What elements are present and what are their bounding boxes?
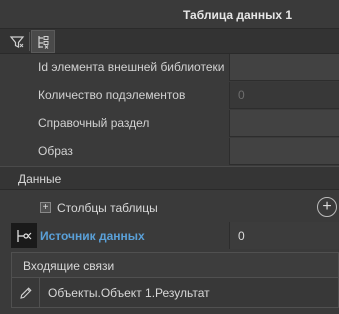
property-value: 0	[238, 88, 245, 102]
property-row-subelement-count: Количество подэлементов 0	[0, 82, 339, 110]
incoming-links-label: Входящие связи	[23, 259, 115, 273]
incoming-link-label: Объекты.Объект 1.Результат	[48, 286, 210, 300]
properties-list: Id элемента внешней библиотеки Количеств…	[0, 54, 339, 166]
tree-structure-icon	[38, 35, 49, 49]
edit-link-button[interactable]	[12, 278, 40, 307]
image-field[interactable]	[229, 138, 339, 165]
connector-icon	[17, 229, 32, 242]
incoming-link-item[interactable]: Объекты.Объект 1.Результат	[11, 278, 339, 308]
structure-view-button[interactable]	[31, 30, 55, 53]
toolbar-separator	[29, 32, 30, 51]
data-source-row: Источник данных 0	[0, 222, 339, 250]
incoming-links-header: Входящие связи	[11, 252, 339, 278]
property-row-external-id: Id элемента внешней библиотеки	[0, 54, 339, 82]
data-section-header[interactable]: Данные	[0, 166, 339, 190]
property-label: Количество подэлементов	[38, 88, 186, 102]
subelement-count-field: 0	[229, 82, 339, 109]
property-label: Справочный раздел	[38, 116, 150, 130]
property-label: Id элемента внешней библиотеки	[38, 60, 225, 74]
expand-button[interactable]: +	[40, 202, 51, 213]
filter-button[interactable]	[5, 30, 29, 53]
data-source-value: 0	[238, 229, 245, 243]
property-label: Образ	[38, 144, 73, 158]
window-titlebar: Таблица данных 1	[0, 0, 339, 28]
data-source-label: Источник данных	[40, 229, 145, 243]
property-row-reference-section: Справочный раздел	[0, 110, 339, 138]
toolbar	[0, 28, 339, 54]
data-source-field[interactable]: 0	[229, 222, 339, 249]
section-label: Данные	[18, 172, 62, 186]
reference-section-field[interactable]	[229, 110, 339, 137]
table-columns-row: + Столбцы таблицы +	[0, 194, 339, 222]
filter-icon	[9, 35, 25, 48]
table-columns-label: Столбцы таблицы	[57, 201, 158, 215]
plus-icon: +	[322, 198, 332, 215]
window-title: Таблица данных 1	[183, 8, 293, 22]
add-column-button[interactable]: +	[317, 197, 337, 217]
external-id-field[interactable]	[229, 54, 339, 81]
data-source-link-button[interactable]	[11, 223, 37, 248]
pencil-icon	[19, 286, 32, 299]
property-row-image: Образ	[0, 138, 339, 166]
